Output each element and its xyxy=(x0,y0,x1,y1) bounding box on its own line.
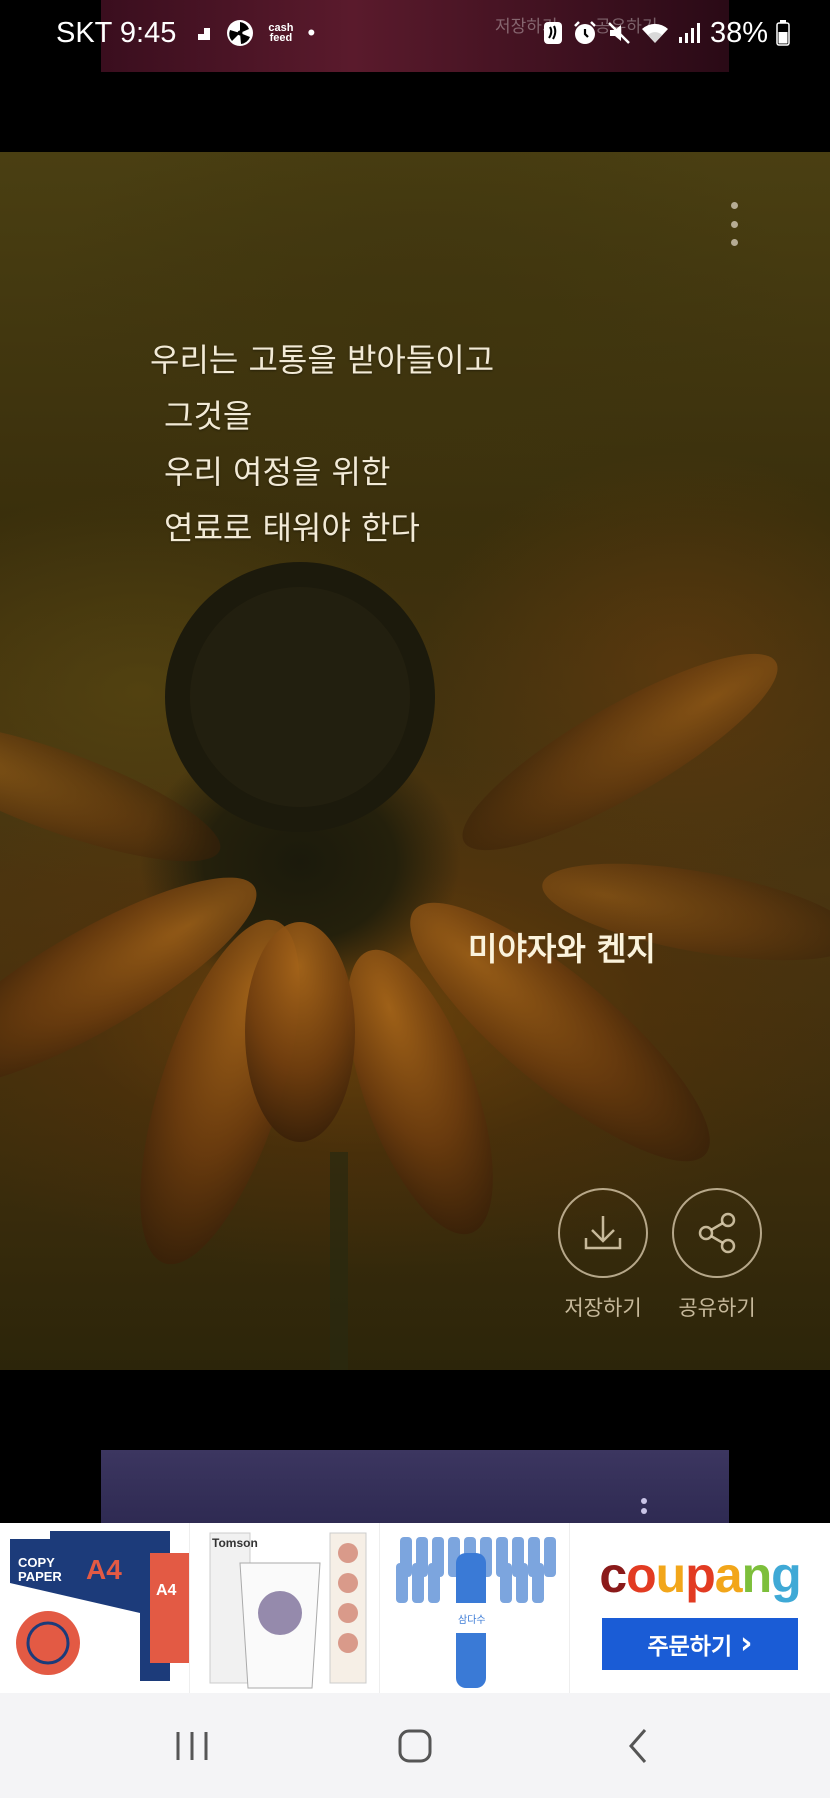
coupang-letter: a xyxy=(714,1547,743,1603)
battery-percent: 38% xyxy=(709,16,768,49)
coupang-letter: c xyxy=(599,1547,627,1603)
quote-line: 그것을 xyxy=(164,397,253,435)
coupang-letter: p xyxy=(685,1547,716,1603)
home-icon[interactable] xyxy=(375,1716,455,1776)
svg-text:Tomson: Tomson xyxy=(212,1536,258,1550)
svg-text:삼다수: 삼다수 xyxy=(458,1614,486,1626)
signal-icon xyxy=(678,21,702,45)
recents-icon[interactable] xyxy=(152,1716,232,1776)
svg-text:A4: A4 xyxy=(156,1582,177,1599)
status-bar: SKT 9:45 cash feed • 38% xyxy=(0,0,830,66)
cashfeed-icon: cash feed xyxy=(268,22,294,44)
battery-icon xyxy=(776,20,790,46)
save-button[interactable]: 저장하기 xyxy=(543,1188,663,1322)
ad-product-water-bottles[interactable]: 삼다수 xyxy=(380,1523,570,1693)
coupang-letter: u xyxy=(655,1547,687,1603)
chevron-right-icon: › xyxy=(740,1626,753,1661)
ad-product-copy-paper[interactable]: COPY PAPER A4 A4 xyxy=(0,1523,190,1693)
coupang-logo: coupang xyxy=(599,1546,802,1604)
coupang-ad-panel[interactable]: coupang 주문하기 › xyxy=(570,1523,830,1693)
svg-text:A4: A4 xyxy=(86,1554,122,1585)
quote-line: 우리 여정을 위한 xyxy=(164,453,391,491)
order-button-label: 주문하기 xyxy=(647,1634,733,1660)
back-icon[interactable] xyxy=(598,1716,678,1776)
coupang-letter: o xyxy=(626,1547,657,1603)
wifi-icon xyxy=(640,21,670,45)
share-button[interactable]: 공유하기 xyxy=(657,1188,777,1322)
more-vertical-icon[interactable] xyxy=(641,1498,647,1514)
notification-dot: • xyxy=(307,20,316,45)
share-icon xyxy=(698,1212,736,1254)
carrier-time: SKT 9:45 xyxy=(56,16,177,49)
order-button[interactable]: 주문하기 › xyxy=(602,1618,798,1670)
data-saver-icon xyxy=(190,22,212,44)
share-label: 공유하기 xyxy=(678,1296,756,1320)
svg-text:COPY: COPY xyxy=(18,1555,55,1570)
download-icon xyxy=(584,1216,622,1250)
quote-text: 우리는 고통을 받아들이고 그것을 우리 여정을 위한 연료로 태워야 한다 xyxy=(150,332,610,556)
ad-banner[interactable]: COPY PAPER A4 A4 Tomson 삼다수 coupang 주문하기… xyxy=(0,1523,830,1693)
next-card[interactable] xyxy=(101,1450,729,1525)
system-nav-bar xyxy=(0,1693,830,1798)
fan-icon xyxy=(226,19,254,47)
coupang-wordmark: coupang xyxy=(599,1547,802,1603)
quote-line: 연료로 태워야 한다 xyxy=(164,509,420,547)
coupang-letter: g xyxy=(771,1547,802,1603)
coupang-letter: n xyxy=(741,1547,773,1603)
alarm-icon xyxy=(572,20,598,46)
svg-text:PAPER: PAPER xyxy=(18,1569,62,1584)
more-vertical-icon[interactable] xyxy=(722,202,746,246)
save-label: 저장하기 xyxy=(564,1296,642,1320)
mute-icon xyxy=(606,20,632,46)
quote-author: 미야자와 켄지 xyxy=(468,930,656,968)
nfc-icon xyxy=(542,20,564,46)
ad-product-paper-cups[interactable]: Tomson xyxy=(190,1523,380,1693)
quote-line: 우리는 고통을 받아들이고 xyxy=(150,341,495,379)
quote-card[interactable]: 우리는 고통을 받아들이고 그것을 우리 여정을 위한 연료로 태워야 한다 미… xyxy=(0,152,830,1370)
